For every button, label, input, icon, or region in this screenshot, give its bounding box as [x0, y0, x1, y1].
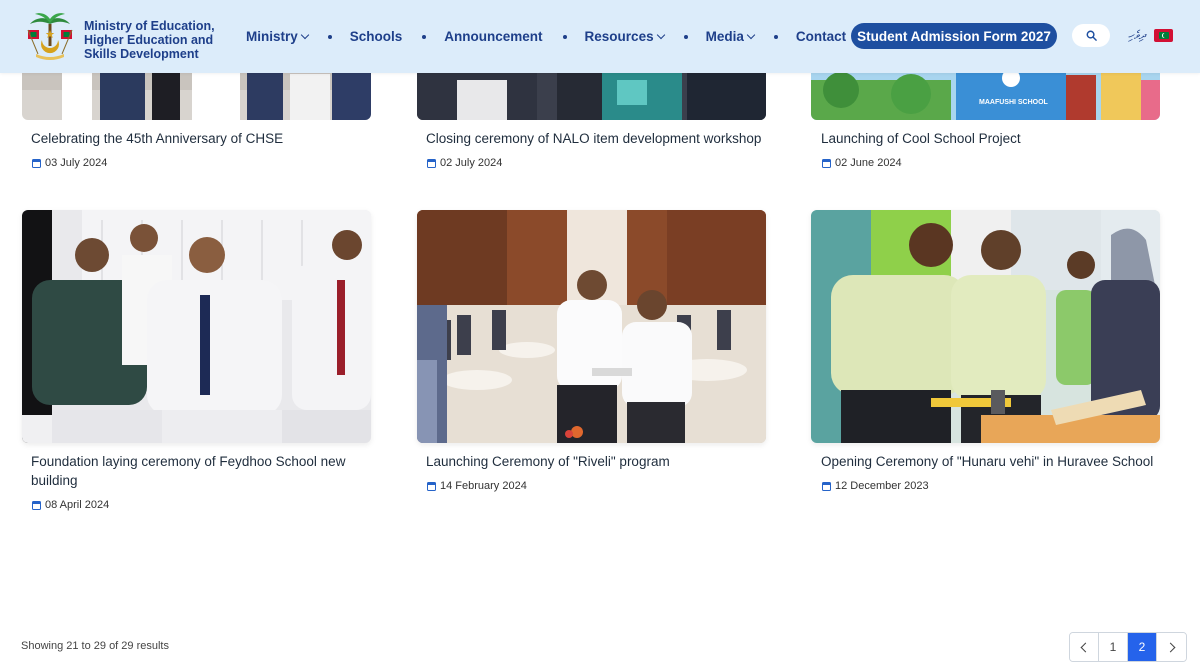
brand-line-2: Higher Education and — [84, 33, 214, 47]
post-date: 02 July 2024 — [427, 157, 502, 169]
post-date: 03 July 2024 — [32, 157, 107, 169]
calendar-icon — [822, 481, 831, 491]
chevron-left-icon — [1080, 642, 1091, 652]
post-date-text: 08 April 2024 — [45, 499, 110, 511]
next-page-button[interactable] — [1157, 633, 1186, 661]
post-title[interactable]: Launching Ceremony of "Riveli" program — [426, 452, 766, 471]
nav-item-ministry[interactable]: Ministry — [246, 29, 310, 44]
search-button[interactable] — [1072, 24, 1110, 47]
post-date-text: 02 July 2024 — [440, 157, 503, 169]
post-image-hunaru-vehi[interactable] — [811, 210, 1160, 443]
post-date-text: 14 February 2024 — [440, 480, 527, 492]
post-title[interactable]: Closing ceremony of NALO item developmen… — [426, 129, 776, 148]
post-date: 02 June 2024 — [822, 157, 902, 169]
nav-label: Announcement — [444, 29, 543, 44]
nav-label: Ministry — [246, 29, 298, 44]
ministry-name[interactable]: Ministry of Education, Higher Education … — [84, 19, 224, 61]
chevron-right-icon — [1165, 642, 1175, 652]
pagination: 1 2 — [1069, 632, 1187, 662]
results-summary: Showing 21 to 29 of 29 results — [21, 640, 169, 652]
nav-label: Schools — [349, 29, 403, 44]
post-date-text: 03 July 2024 — [45, 157, 108, 169]
ministry-emblem-logo[interactable] — [24, 10, 76, 62]
nav-label: Contact — [795, 29, 847, 44]
nav-item-contact[interactable]: Contact — [796, 29, 846, 44]
post-photo — [22, 210, 371, 443]
brand-line-1: Ministry of Education, — [84, 19, 215, 33]
maldives-flag-icon — [1154, 29, 1173, 42]
calendar-icon — [427, 481, 436, 491]
page-button-1[interactable]: 1 — [1099, 633, 1128, 661]
school-banner-text: MAAFUSHI SCHOOL — [979, 99, 1049, 106]
post-image-feydhoo[interactable] — [22, 210, 371, 443]
student-admission-button[interactable]: Student Admission Form 2027 — [851, 23, 1057, 49]
nav-separator — [773, 34, 778, 39]
brand-line-3: Skills Development — [84, 47, 199, 61]
post-title[interactable]: Launching of Cool School Project — [821, 129, 1161, 148]
nav-separator — [562, 34, 567, 39]
calendar-icon — [32, 500, 41, 510]
post-date: 08 April 2024 — [32, 499, 109, 511]
post-photo — [811, 210, 1160, 443]
page-button-2[interactable]: 2 — [1128, 633, 1157, 661]
post-date-text: 12 December 2023 — [835, 480, 929, 492]
nav-label: Resources — [584, 29, 654, 44]
nav-item-media[interactable]: Media — [705, 29, 756, 44]
calendar-icon — [427, 158, 436, 168]
post-title[interactable]: Opening Ceremony of "Hunaru vehi" in Hur… — [821, 452, 1171, 471]
prev-page-button[interactable] — [1070, 633, 1099, 661]
nav-label: Media — [705, 29, 744, 44]
nav-item-resources[interactable]: Resources — [584, 29, 665, 44]
nav-item-announcement[interactable]: Announcement — [444, 29, 542, 44]
site-header: Ministry of Education, Higher Education … — [0, 0, 1200, 73]
nav-item-schools[interactable]: Schools — [350, 29, 403, 44]
post-photo — [417, 210, 766, 443]
chevron-down-icon — [300, 30, 310, 40]
post-date: 14 February 2024 — [427, 480, 527, 492]
nav-separator — [327, 34, 332, 39]
chevron-down-icon — [656, 30, 665, 40]
post-date-text: 02 June 2024 — [835, 157, 902, 169]
post-title[interactable]: Foundation laying ceremony of Feydhoo Sc… — [31, 452, 371, 490]
chevron-down-icon — [746, 30, 756, 40]
search-icon — [1086, 30, 1097, 41]
main-nav: Ministry Schools Announcement Resources … — [246, 0, 846, 73]
nav-separator — [422, 34, 427, 39]
post-date: 12 December 2023 — [822, 480, 929, 492]
nav-separator — [683, 34, 688, 39]
calendar-icon — [822, 158, 831, 168]
calendar-icon — [32, 158, 41, 168]
post-image-riveli[interactable] — [417, 210, 766, 443]
post-title[interactable]: Celebrating the 45th Anniversary of CHSE — [31, 129, 371, 148]
language-switch-dhivehi[interactable]: ދިވެހި — [1128, 28, 1145, 43]
